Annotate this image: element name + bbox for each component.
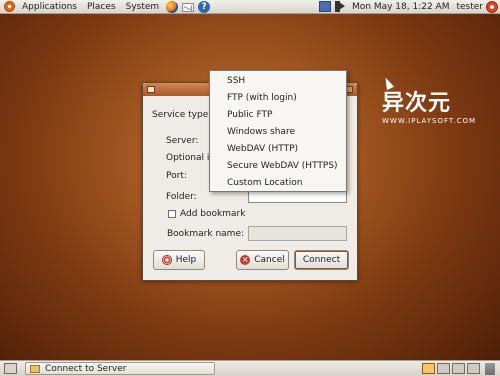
trash-icon[interactable] (485, 362, 495, 375)
folder-icon (30, 364, 40, 373)
cancel-icon: × (240, 255, 251, 265)
optional-info-label: Optional in (166, 153, 216, 163)
help-button-label: Help (175, 255, 197, 265)
ubuntu-logo-icon[interactable] (4, 1, 15, 12)
port-label: Port: (166, 171, 187, 181)
menu-places[interactable]: Places (82, 0, 121, 14)
watermark: 异次元 WWW.IPLAYSOFT.COM (382, 92, 492, 134)
watermark-url: WWW.IPLAYSOFT.COM (382, 117, 477, 125)
workspace-4[interactable] (467, 363, 480, 374)
help-button[interactable]: Help (153, 250, 205, 270)
folder-label: Folder: (166, 192, 197, 202)
user-menu[interactable]: tester (456, 0, 483, 14)
service-type-label: Service type: (152, 110, 212, 120)
dropdown-item-ssh[interactable]: SSH (210, 73, 346, 90)
dropdown-item-webdav[interactable]: WebDAV (HTTP) (210, 141, 346, 158)
workspace-3[interactable] (452, 363, 465, 374)
help-icon[interactable]: ? (198, 0, 211, 13)
show-desktop-icon[interactable] (4, 363, 17, 374)
mouse-cursor-icon (381, 75, 395, 91)
connect-button-label: Connect (302, 255, 341, 265)
dropdown-item-custom-location[interactable]: Custom Location (210, 175, 346, 192)
server-label: Server: (166, 136, 199, 146)
add-bookmark-label[interactable]: Add bookmark (180, 209, 245, 219)
top-panel: Applications Places System ? Mon May 18,… (0, 0, 500, 14)
network-icon[interactable] (318, 1, 331, 12)
bookmark-name-field[interactable] (248, 226, 347, 241)
workspace-1[interactable] (422, 363, 435, 374)
taskbar-label: Connect to Server (45, 363, 127, 374)
bottom-panel: Connect to Server (0, 360, 500, 376)
workspace-2[interactable] (437, 363, 450, 374)
watermark-title: 异次元 (382, 91, 452, 116)
add-bookmark-checkbox[interactable] (168, 210, 176, 218)
mail-icon[interactable] (182, 2, 195, 12)
firefox-icon[interactable] (166, 0, 179, 13)
clock[interactable]: Mon May 18, 1:22 AM (352, 0, 449, 14)
cancel-button-label: Cancel (254, 255, 285, 265)
taskbar-button-connect-to-server[interactable]: Connect to Server (25, 362, 215, 375)
menu-applications[interactable]: Applications (17, 0, 82, 14)
dropdown-item-windows-share[interactable]: Windows share (210, 124, 346, 141)
bookmark-name-label: Bookmark name: (167, 229, 245, 239)
dropdown-item-ftp-login[interactable]: FTP (with login) (210, 90, 346, 107)
power-icon[interactable] (486, 0, 498, 13)
dropdown-item-secure-webdav[interactable]: Secure WebDAV (HTTPS) (210, 158, 346, 175)
connect-button[interactable]: Connect (294, 250, 349, 270)
lifebuoy-icon (161, 255, 172, 265)
menu-system[interactable]: System (121, 0, 165, 14)
volume-icon[interactable] (334, 1, 347, 12)
folder-icon (147, 86, 155, 93)
dropdown-item-public-ftp[interactable]: Public FTP (210, 107, 346, 124)
service-type-dropdown[interactable]: SSH FTP (with login) Public FTP Windows … (209, 70, 347, 192)
cancel-button[interactable]: × Cancel (236, 250, 289, 270)
